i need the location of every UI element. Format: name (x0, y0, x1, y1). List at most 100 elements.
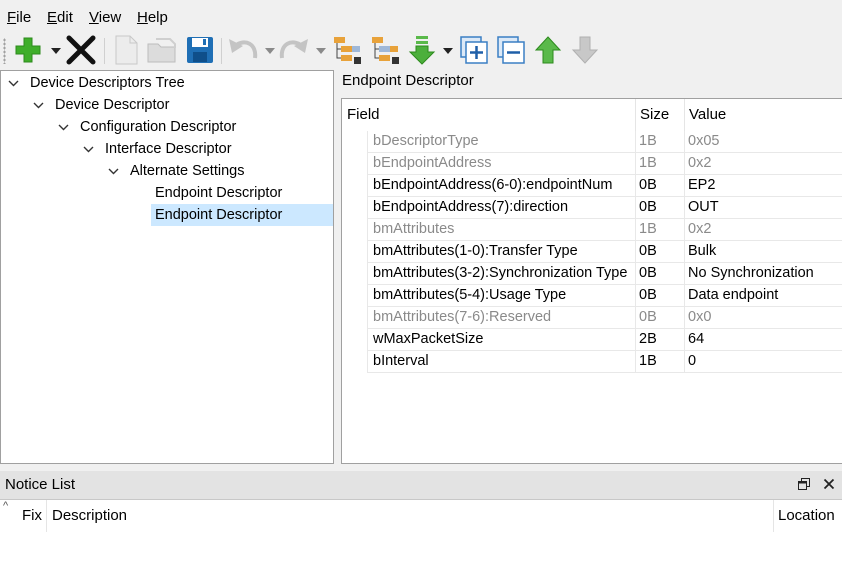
collapse-tree-icon[interactable] (331, 34, 363, 66)
size-cell: 0B (639, 265, 657, 281)
menu-file[interactable]: File (7, 9, 31, 26)
delete-icon[interactable] (65, 34, 97, 66)
toolbar-grip[interactable] (3, 38, 6, 64)
menu-view-mnemonic: V (89, 9, 99, 26)
chevron-down-icon[interactable] (55, 116, 71, 138)
tree-item-label: Interface Descriptor (105, 141, 232, 157)
add-icon[interactable] (12, 34, 44, 66)
value-cell: Data endpoint (688, 287, 779, 303)
tree-item-label: Endpoint Descriptor (155, 185, 283, 201)
row-gridline (367, 329, 368, 351)
tree-item-label: Endpoint Descriptor (151, 204, 333, 226)
size-cell: 0B (639, 287, 657, 303)
size-cell: 0B (639, 309, 657, 325)
row-gridline (367, 219, 368, 241)
column-header-field[interactable]: Field (342, 99, 635, 131)
table-row[interactable]: bmAttributes(1-0):Transfer Type 0B Bulk (367, 241, 842, 263)
undo-dropdown-icon[interactable] (265, 46, 275, 56)
size-cell: 1B (639, 133, 657, 149)
menu-view-label: iew (98, 9, 122, 26)
chevron-down-icon[interactable] (30, 94, 46, 116)
tree-item-label: Alternate Settings (130, 163, 245, 179)
size-cell: 1B (639, 353, 657, 369)
save-icon[interactable] (184, 34, 216, 66)
field-cell: bEndpointAddress(6-0):endpointNum (373, 177, 613, 193)
menu-view[interactable]: View (89, 9, 121, 26)
table-row[interactable]: wMaxPacketSize 2B 64 (367, 329, 842, 351)
menu-help[interactable]: Help (137, 9, 168, 26)
column-header-fix[interactable]: Fix (17, 500, 47, 532)
value-cell: 0x2 (688, 155, 712, 171)
row-gridline (367, 307, 368, 329)
value-cell: OUT (688, 199, 719, 215)
notice-list-title: Notice List (5, 476, 76, 493)
chevron-down-icon[interactable] (105, 160, 121, 182)
chevron-down-icon[interactable] (80, 138, 96, 160)
move-up-icon[interactable] (532, 34, 564, 66)
download-dropdown-icon[interactable] (443, 46, 453, 56)
expand-tree-icon[interactable] (369, 34, 401, 66)
value-cell: Bulk (688, 243, 717, 259)
field-cell: bEndpointAddress(7):direction (373, 199, 569, 215)
close-icon[interactable] (821, 476, 837, 492)
row-gridline (367, 263, 368, 285)
tree-item-endpoint-descriptor-2[interactable]: Endpoint Descriptor (1, 204, 333, 226)
field-cell: wMaxPacketSize (373, 331, 484, 347)
table-row[interactable]: bDescriptorType 1B 0x05 (367, 131, 842, 153)
menu-edit-mnemonic: E (47, 9, 58, 26)
descriptor-fields-table[interactable]: Field Size Value bDescriptorType 1B 0x05 bE… (341, 98, 842, 464)
expand-all-icon[interactable] (458, 34, 490, 66)
table-row[interactable]: bmAttributes(7-6):Reserved 0B 0x0 (367, 307, 842, 329)
menu-help-label: elp (147, 9, 168, 26)
table-row[interactable]: bEndpointAddress(7):direction 0B OUT (367, 197, 842, 219)
field-cell: bmAttributes(7-6):Reserved (373, 309, 552, 325)
column-header-description[interactable]: Description (47, 500, 773, 532)
tree-item-device-descriptor[interactable]: Device Descriptor (1, 94, 333, 116)
table-row[interactable]: bInterval 1B 0 (367, 351, 842, 373)
tree-item-root[interactable]: Device Descriptors Tree (1, 72, 333, 94)
size-cell: 2B (639, 331, 657, 347)
chevron-down-icon[interactable] (5, 72, 21, 94)
collapse-all-icon[interactable] (495, 34, 527, 66)
tree-item-label: Configuration Descriptor (80, 119, 237, 135)
size-cell: 1B (639, 221, 657, 237)
row-gridline (367, 197, 368, 219)
value-cell: No Synchronization (688, 265, 814, 281)
field-cell: bmAttributes(5-4):Usage Type (373, 287, 567, 303)
row-gridline (367, 351, 368, 373)
menu-edit-label: dit (57, 9, 73, 26)
new-file-icon[interactable] (110, 34, 142, 66)
column-header-value[interactable]: Value (684, 99, 842, 131)
tree-item-label: Device Descriptor (55, 97, 170, 113)
value-cell: 64 (688, 331, 705, 347)
tree-item-configuration-descriptor[interactable]: Configuration Descriptor (1, 116, 333, 138)
tree-item-alternate-settings[interactable]: Alternate Settings (1, 160, 333, 182)
tree-item-interface-descriptor[interactable]: Interface Descriptor (1, 138, 333, 160)
redo-icon[interactable] (278, 34, 310, 66)
add-dropdown-icon[interactable] (51, 46, 61, 56)
sort-indicator-icon: ^ (3, 500, 9, 512)
table-row[interactable]: bEndpointAddress 1B 0x2 (367, 153, 842, 175)
download-icon[interactable] (406, 34, 438, 66)
menu-file-mnemonic: F (7, 9, 17, 26)
table-row[interactable]: bEndpointAddress(6-0):endpointNum 0B EP2 (367, 175, 842, 197)
column-header-size[interactable]: Size (635, 99, 684, 131)
notice-list-table[interactable]: ^ Fix Description Location (0, 499, 842, 584)
undo-icon[interactable] (227, 34, 259, 66)
menu-edit[interactable]: Edit (47, 9, 73, 26)
row-gridline (367, 285, 368, 307)
tree-item-endpoint-descriptor-1[interactable]: Endpoint Descriptor (1, 182, 333, 204)
table-row[interactable]: bmAttributes(5-4):Usage Type 0B Data endpo… (367, 285, 842, 307)
move-down-icon[interactable] (569, 34, 601, 66)
column-header-location[interactable]: Location (773, 500, 842, 532)
size-cell: 0B (639, 199, 657, 215)
redo-dropdown-icon[interactable] (316, 46, 326, 56)
menu-bar: File Edit View Help (0, 0, 842, 34)
restore-window-icon[interactable] (796, 476, 812, 492)
device-descriptors-tree[interactable]: Device Descriptors Tree Device Descripto… (0, 70, 334, 464)
toolbar-separator (104, 38, 105, 64)
table-row[interactable]: bmAttributes(3-2):Synchronization Type 0B… (367, 263, 842, 285)
open-folder-icon[interactable] (146, 34, 178, 66)
detail-title: Endpoint Descriptor (342, 72, 474, 89)
table-row[interactable]: bmAttributes 1B 0x2 (367, 219, 842, 241)
